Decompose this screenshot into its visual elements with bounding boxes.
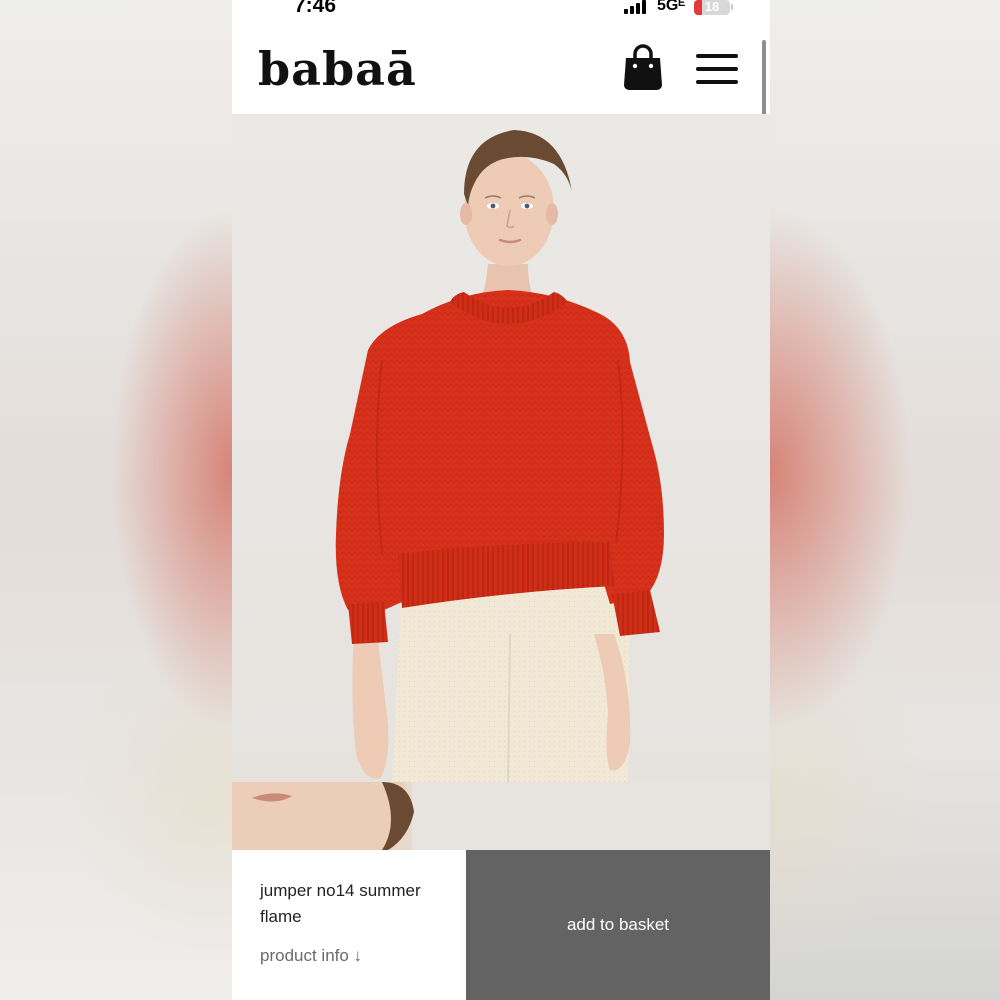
product-info-link[interactable]: product info ↓ [260,946,362,966]
signal-strength-icon [624,0,650,14]
shopping-bag-icon[interactable] [622,44,664,92]
site-header: babaā [232,22,770,114]
network-type: 5Gᴱ [657,0,686,14]
phone-screen: 7:46 5Gᴱ 18 babaā jumper no14 summer fla… [232,0,770,1000]
status-time: 7:46 [294,0,337,17]
status-bar: 7:46 5Gᴱ 18 [232,0,770,22]
product-thumbnail-image[interactable] [232,782,770,850]
product-info-panel: jumper no14 summer flame product info ↓ [232,850,466,1000]
hamburger-menu-icon[interactable] [696,54,738,84]
brand-logo[interactable]: babaā [258,42,417,96]
battery-level: 18 [704,0,720,14]
blurred-background-left [0,0,232,1000]
battery-icon: 18 [694,0,730,15]
battery-cap [731,4,733,10]
product-title: jumper no14 summer flame [260,881,421,926]
blurred-background-right [770,0,1000,1000]
product-action-bar: jumper no14 summer flame product info ↓ … [232,850,770,1000]
product-main-image[interactable] [232,114,770,782]
add-to-basket-button[interactable]: add to basket [466,850,770,1000]
